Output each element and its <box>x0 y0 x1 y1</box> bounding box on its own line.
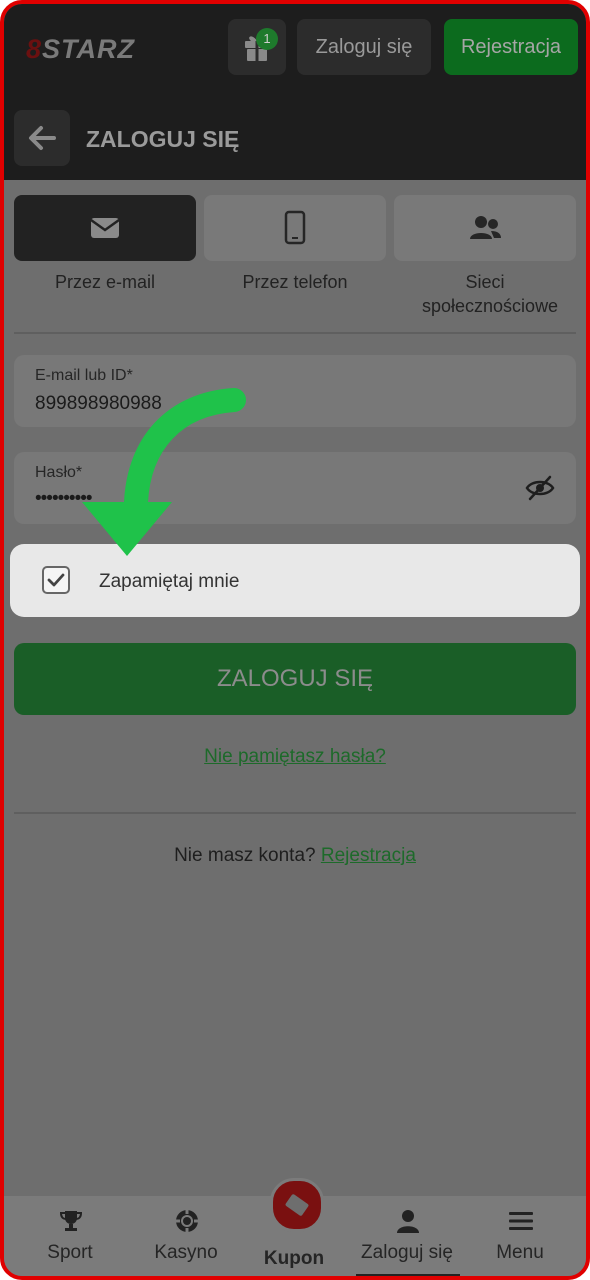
trophy-icon <box>59 1211 83 1231</box>
forgot-password-link[interactable]: Nie pamiętasz hasła? <box>4 746 586 768</box>
bottom-nav: Sport Kasyno Kupon Zaloguj się Menu <box>4 1178 586 1276</box>
gift-icon <box>245 36 269 61</box>
envelope-icon <box>90 218 120 238</box>
phone-frame: 8STARZ 1 Zaloguj się Rejestracja ZALOGUJ… <box>0 0 590 1280</box>
nav-kupon-label: Kupon <box>263 1248 325 1269</box>
remember-me-checkbox[interactable] <box>42 566 70 594</box>
nav-menu-label: Menu <box>496 1242 544 1263</box>
tab-phone[interactable] <box>204 195 386 261</box>
nav-casino[interactable]: Kasyno <box>128 1196 244 1276</box>
kupon-badge <box>270 1178 324 1232</box>
tab-email[interactable] <box>14 195 196 261</box>
page-title: ZALOGUJ SIĘ <box>86 126 240 152</box>
arrow-left-icon <box>29 126 56 150</box>
menu-icon <box>509 1212 533 1230</box>
divider <box>14 332 576 334</box>
back-button[interactable] <box>14 110 70 166</box>
nav-sport[interactable]: Sport <box>12 1196 128 1276</box>
register-link[interactable]: Rejestracja <box>321 845 416 866</box>
top-header: 8STARZ 1 Zaloguj się Rejestracja <box>4 4 586 94</box>
logo-prefix: 8 <box>26 34 43 64</box>
login-button[interactable]: ZALOGUJ SIĘ <box>14 643 576 715</box>
user-icon <box>397 1210 419 1233</box>
logo[interactable]: 8STARZ <box>26 34 135 65</box>
remember-me-label: Zapamiętaj mnie <box>99 571 240 592</box>
nav-login[interactable]: Zaloguj się <box>352 1196 462 1276</box>
tab-email-label: Przez e-mail <box>54 272 156 292</box>
phone-icon <box>284 210 306 245</box>
users-icon <box>470 216 501 239</box>
nav-menu[interactable]: Menu <box>462 1196 578 1276</box>
ticket-icon <box>285 1194 309 1216</box>
casino-chip-icon <box>176 1210 198 1232</box>
logo-text: STARZ <box>42 34 136 64</box>
nav-kupon[interactable]: Kupon <box>236 1178 352 1276</box>
nav-login-label: Zaloguj się <box>361 1242 453 1263</box>
nav-casino-label: Kasyno <box>154 1242 218 1263</box>
tab-social-label: Sieci społecznościowe <box>422 272 559 316</box>
tab-social[interactable] <box>394 195 576 261</box>
gift-badge: 1 <box>256 28 278 50</box>
header-register-button[interactable]: Rejestracja <box>444 19 578 75</box>
gift-button[interactable] <box>228 19 286 75</box>
no-account-text: Nie masz konta? <box>174 845 316 866</box>
nav-sport-label: Sport <box>47 1242 93 1263</box>
highlight-arrow-icon <box>82 388 246 556</box>
eye-slash-icon[interactable] <box>524 474 556 502</box>
divider <box>14 812 576 814</box>
page-subheader: ZALOGUJ SIĘ <box>4 94 586 180</box>
tab-phone-label: Przez telefon <box>242 272 348 292</box>
active-tab-indicator <box>356 1274 460 1276</box>
checkmark-icon <box>47 573 65 587</box>
email-field-label: E-mail lub ID* <box>35 367 133 384</box>
no-account-row: Nie masz konta? Rejestracja <box>4 845 586 867</box>
header-login-button[interactable]: Zaloguj się <box>297 19 431 75</box>
